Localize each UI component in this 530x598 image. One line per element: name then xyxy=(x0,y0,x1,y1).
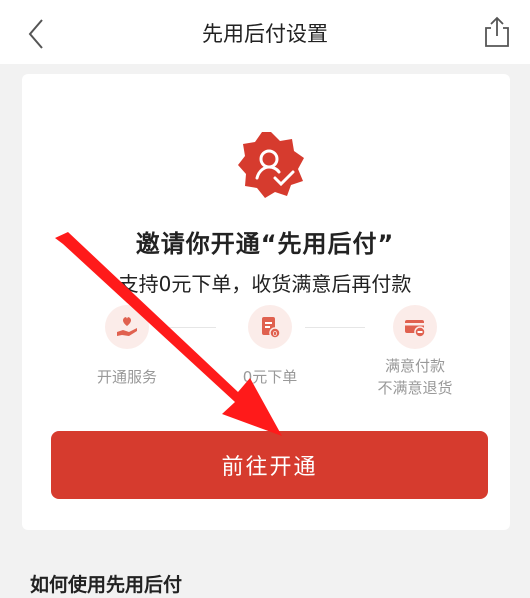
step-label-order: 0元下单 xyxy=(242,368,298,386)
navbar: 先用后付设置 xyxy=(0,0,530,64)
step-label-open: 开通服务 xyxy=(96,368,157,386)
step-label-pay: 满意付款 xyxy=(384,357,445,375)
user-verified-badge-icon xyxy=(235,128,307,200)
step-label-return: 不满意退货 xyxy=(377,379,453,397)
order-document-icon: 0 xyxy=(248,305,292,349)
howto-heading: 如何使用先用后付 xyxy=(30,574,183,596)
share-icon[interactable] xyxy=(482,14,512,50)
activate-button[interactable]: 前往开通 xyxy=(51,431,488,499)
card-refund-icon xyxy=(393,305,437,349)
invite-title: 邀请你开通“先用后付” xyxy=(135,230,395,258)
page-title: 先用后付设置 xyxy=(202,22,328,46)
step-connector xyxy=(158,327,216,328)
step-connector xyxy=(305,327,365,328)
hand-heart-icon xyxy=(105,305,149,349)
svg-text:0: 0 xyxy=(273,330,277,338)
invite-subtitle: 支持0元下单，收货满意后再付款 xyxy=(118,272,412,296)
